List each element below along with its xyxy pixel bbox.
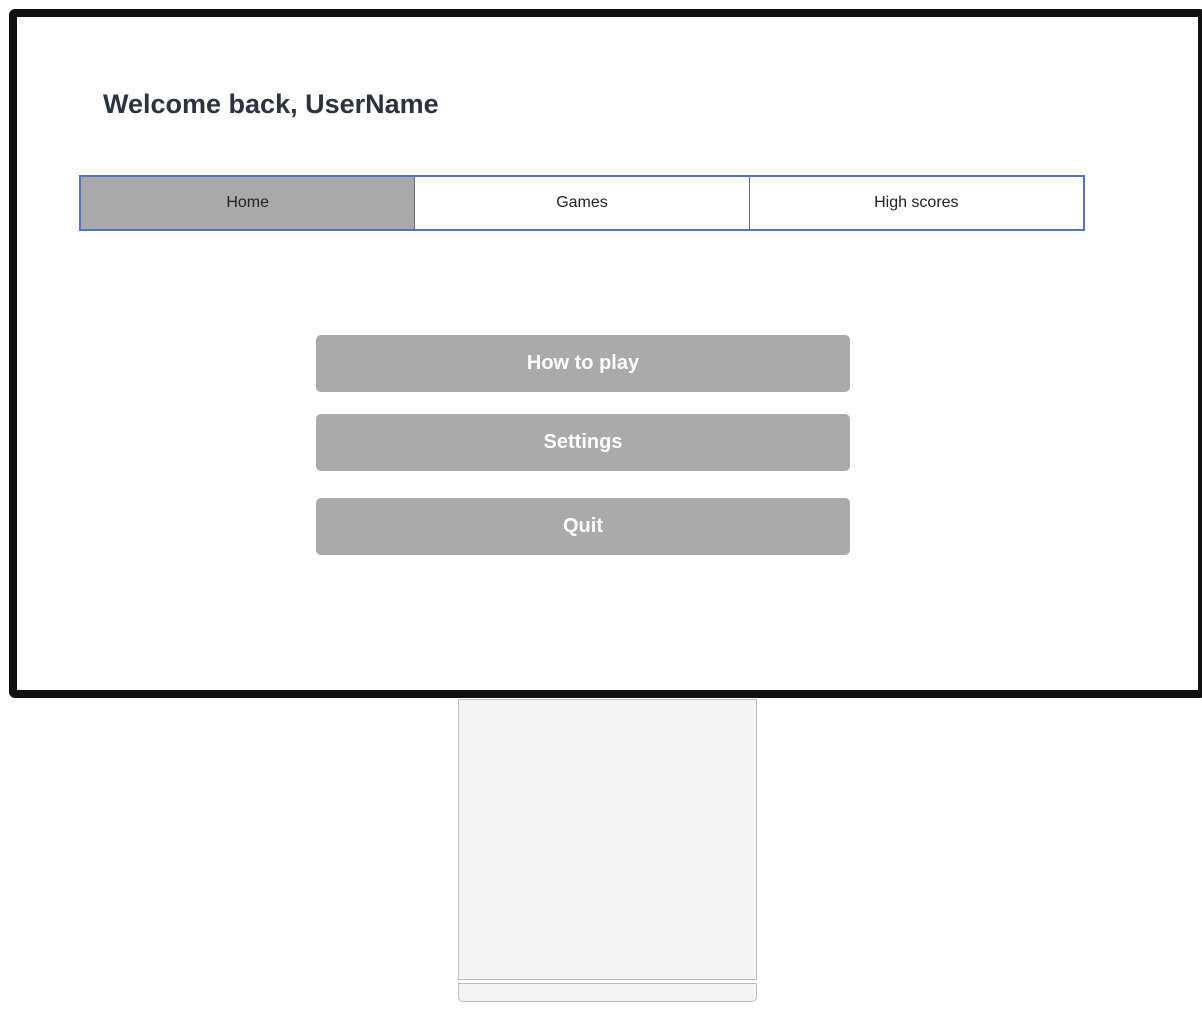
monitor-stand-base: [458, 983, 757, 1002]
tab-bar: Home Games High scores: [79, 175, 1085, 231]
tab-home[interactable]: Home: [81, 177, 415, 229]
tab-games[interactable]: Games: [414, 177, 749, 229]
monitor-stand: [458, 699, 757, 980]
welcome-heading: Welcome back, UserName: [103, 89, 439, 119]
settings-button[interactable]: Settings: [316, 414, 850, 471]
quit-button[interactable]: Quit: [316, 498, 850, 555]
how-to-play-button[interactable]: How to play: [316, 335, 850, 392]
monitor-screen: Welcome back, UserName Home Games High s…: [9, 9, 1202, 698]
tab-high-scores[interactable]: High scores: [748, 177, 1083, 229]
